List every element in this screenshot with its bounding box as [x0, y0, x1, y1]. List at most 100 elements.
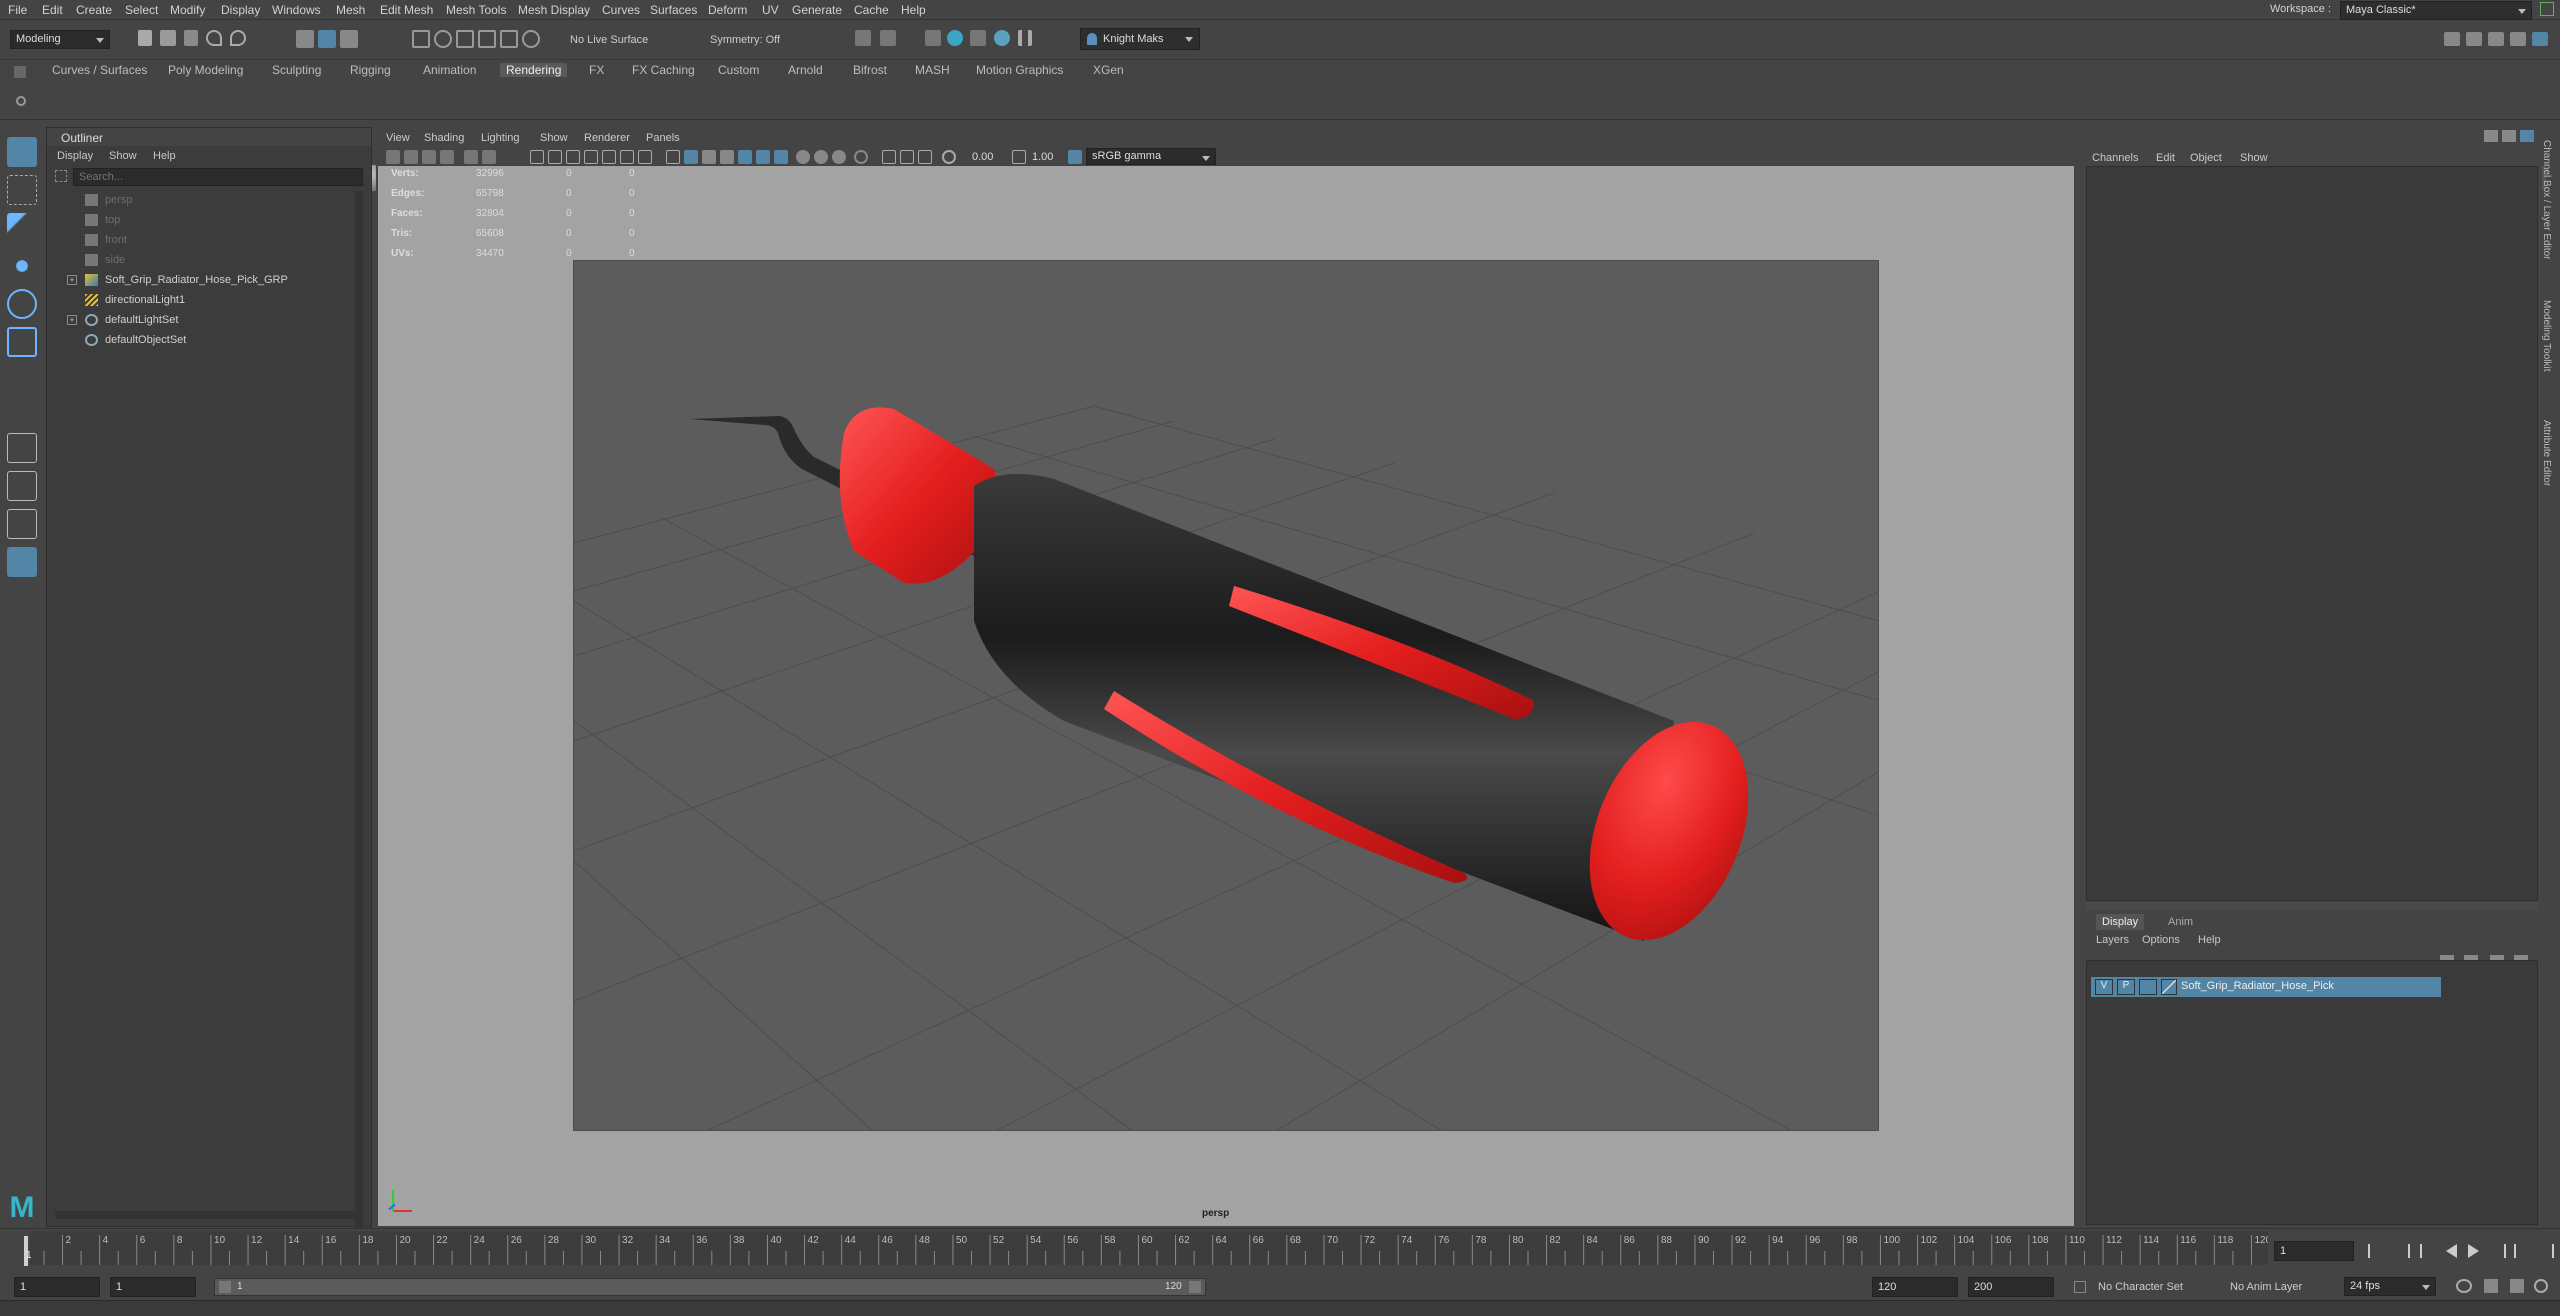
- lasso-tool-icon[interactable]: [7, 175, 37, 205]
- new-scene-icon[interactable]: [138, 30, 152, 46]
- use-all-lights-icon[interactable]: [738, 150, 752, 164]
- shelf-tab-curves-surfaces[interactable]: Curves / Surfaces: [52, 63, 147, 77]
- channel-menu-channels[interactable]: Channels: [2092, 152, 2138, 164]
- menu-deform[interactable]: Deform: [708, 3, 747, 17]
- shelf-tab-motion-graphics[interactable]: Motion Graphics: [976, 63, 1063, 77]
- viewport-menu-shading[interactable]: Shading: [424, 132, 464, 144]
- shelf-tab-animation[interactable]: Animation: [423, 63, 476, 77]
- menu-generate[interactable]: Generate: [792, 3, 842, 17]
- viewport-menu-show[interactable]: Show: [540, 132, 568, 144]
- viewport-menu-panels[interactable]: Panels: [646, 132, 680, 144]
- menu-help[interactable]: Help: [901, 3, 926, 17]
- menu-select[interactable]: Select: [125, 3, 158, 17]
- menu-mesh[interactable]: Mesh: [336, 3, 365, 17]
- animation-start-field[interactable]: [14, 1277, 100, 1297]
- gate-mask-icon[interactable]: [584, 150, 598, 164]
- fps-select[interactable]: 24 fps: [2344, 1277, 2436, 1296]
- step-forward-frame-icon[interactable]: [2490, 1244, 2506, 1258]
- shelf-tab-sculpting[interactable]: Sculpting: [272, 63, 321, 77]
- menu-mesh-display[interactable]: Mesh Display: [518, 3, 590, 17]
- resolution-gate[interactable]: [573, 260, 1879, 1131]
- menu-display[interactable]: Display: [221, 3, 260, 17]
- resolution-gate-icon[interactable]: [566, 150, 580, 164]
- shelf-tab-rigging[interactable]: Rigging: [350, 63, 391, 77]
- command-line[interactable]: [0, 1300, 2560, 1316]
- outliner-item-group[interactable]: + Soft_Grip_Radiator_Hose_Pick_GRP: [47, 270, 371, 290]
- layer-playback-toggle[interactable]: P: [2117, 979, 2135, 995]
- outliner-item-persp[interactable]: persp: [47, 190, 371, 210]
- lock-icon[interactable]: [2540, 2, 2554, 16]
- play-backward-icon[interactable]: [2446, 1244, 2457, 1258]
- isolate-select-icon[interactable]: [854, 150, 868, 164]
- playback-start-field[interactable]: [110, 1277, 196, 1297]
- anti-aliasing-icon[interactable]: [814, 150, 828, 164]
- shadows-icon[interactable]: [756, 150, 770, 164]
- shelf-tab-mash[interactable]: MASH: [915, 63, 950, 77]
- menu-file[interactable]: File: [8, 3, 27, 17]
- menu-cache[interactable]: Cache: [854, 3, 889, 17]
- channel-box-toggle-icon[interactable]: [2532, 32, 2548, 46]
- layer-menu-help[interactable]: Help: [2198, 934, 2221, 946]
- select-camera-icon[interactable]: [386, 150, 400, 164]
- shelf-tab-bifrost[interactable]: Bifrost: [853, 63, 887, 77]
- snap-curve-icon[interactable]: [434, 30, 452, 48]
- menu-edit-mesh[interactable]: Edit Mesh: [380, 3, 433, 17]
- layer-color-icon[interactable]: [2161, 979, 2177, 995]
- layer-menu-layers[interactable]: Layers: [2096, 934, 2129, 946]
- shelf-editor-icon[interactable]: [14, 66, 26, 78]
- textured-icon[interactable]: [720, 150, 734, 164]
- layer-visibility-toggle[interactable]: V: [2095, 979, 2113, 995]
- step-back-frame-icon[interactable]: [2420, 1244, 2436, 1258]
- select-tool-icon[interactable]: [7, 137, 37, 167]
- 2d-pan-zoom-icon[interactable]: [464, 150, 478, 164]
- snap-grid-icon[interactable]: [412, 30, 430, 48]
- expand-icon[interactable]: +: [67, 275, 77, 285]
- outliner-menu-help[interactable]: Help: [153, 150, 176, 162]
- loop-icon[interactable]: [2456, 1279, 2472, 1293]
- expand-icon[interactable]: +: [67, 315, 77, 325]
- outliner-menu-display[interactable]: Display: [57, 150, 93, 162]
- viewport-menu-view[interactable]: View: [386, 132, 410, 144]
- mode-select[interactable]: Modeling: [10, 30, 110, 49]
- play-forward-icon[interactable]: [2468, 1244, 2479, 1258]
- four-view-icon[interactable]: [7, 471, 37, 501]
- channel-menu-show[interactable]: Show: [2240, 152, 2268, 164]
- pause-viewport-icon[interactable]: [1018, 30, 1032, 46]
- exposure-icon[interactable]: [942, 150, 956, 164]
- menu-uv[interactable]: UV: [762, 3, 779, 17]
- step-back-key-icon[interactable]: [2394, 1244, 2410, 1258]
- toggle-sidebar-icon[interactable]: [2444, 32, 2460, 46]
- render-settings-icon[interactable]: [970, 30, 986, 46]
- gamma-value[interactable]: 1.00: [1032, 151, 1053, 163]
- channel-menu-edit[interactable]: Edit: [2156, 152, 2175, 164]
- select-hierarchy-icon[interactable]: [296, 30, 314, 48]
- shelf-tab-xgen[interactable]: XGen: [1093, 63, 1124, 77]
- render-frame-icon[interactable]: [880, 30, 896, 46]
- layer-row[interactable]: V P Soft_Grip_Radiator_Hose_Pick: [2091, 977, 2441, 997]
- channel-box-icon-2[interactable]: [2502, 130, 2516, 142]
- outliner-layout-icon[interactable]: [7, 547, 37, 577]
- menu-mesh-tools[interactable]: Mesh Tools: [446, 3, 506, 17]
- exposure-value[interactable]: 0.00: [972, 151, 993, 163]
- shelf-settings-icon[interactable]: [16, 96, 26, 106]
- current-frame-field[interactable]: [2274, 1241, 2354, 1261]
- time-ruler[interactable]: 2 4 6 8 10 12 14 16 18 20 22 24 26 28 30 32 34 36 38 40 42 44…: [30, 1231, 2272, 1265]
- modeling-toolkit-toggle-icon[interactable]: [2466, 32, 2482, 46]
- shelf-tab-fx[interactable]: FX: [589, 63, 604, 77]
- step-forward-key-icon[interactable]: [2514, 1244, 2530, 1258]
- layer-tab-anim[interactable]: Anim: [2168, 916, 2193, 928]
- playback-end-field[interactable]: [1872, 1277, 1958, 1297]
- safe-title-icon[interactable]: [638, 150, 652, 164]
- range-end-handle[interactable]: [1189, 1281, 1201, 1293]
- render-view-icon[interactable]: [925, 30, 941, 46]
- image-plane-icon[interactable]: [440, 150, 454, 164]
- go-to-start-icon[interactable]: [2368, 1244, 2384, 1258]
- bookmark-icon[interactable]: [422, 150, 436, 164]
- menu-windows[interactable]: Windows: [272, 3, 321, 17]
- construction-history-icon[interactable]: [855, 30, 871, 46]
- save-scene-icon[interactable]: [184, 30, 198, 46]
- outliner-item-default-light-set[interactable]: + defaultLightSet: [47, 310, 371, 330]
- move-tool-icon[interactable]: [7, 251, 37, 281]
- rotate-tool-icon[interactable]: [7, 289, 37, 319]
- gamma-icon[interactable]: [1012, 150, 1026, 164]
